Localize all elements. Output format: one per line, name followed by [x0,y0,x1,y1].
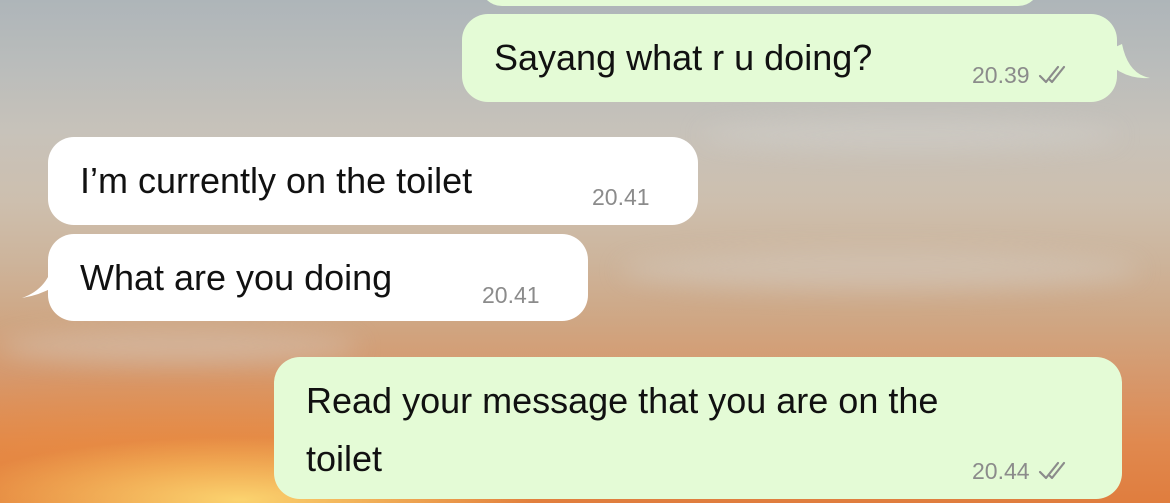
background-cloud [620,250,1140,290]
background-cloud [700,120,1120,150]
previous-message-bubble[interactable] [480,0,1040,6]
message-bubble-incoming[interactable]: I’m currently on the toilet 20.41 [48,137,698,225]
chat-screen: { "messages": [ { "direction": "outgoing… [0,0,1170,503]
double-check-icon [1038,461,1065,480]
message-time: 20.44 [972,458,1030,484]
message-bubble-outgoing[interactable]: Sayang what r u doing? 20.39 [462,14,1117,102]
double-check-icon [1038,65,1065,84]
message-bubble-incoming[interactable]: What are you doing 20.41 [48,234,588,321]
message-bubble-outgoing[interactable]: Read your message that you are on the to… [274,357,1122,499]
message-timestamp: 20.44 [972,457,1072,485]
message-time: 20.41 [482,282,540,308]
message-text: I’m currently on the toilet [80,160,473,201]
message-text: What are you doing [80,257,393,298]
message-timestamp: 20.41 [592,183,650,211]
message-text-line-2: toilet [306,438,383,479]
message-time: 20.41 [592,184,650,210]
message-timestamp: 20.39 [972,61,1072,89]
message-text-line-1: Read your message that you are on the [306,380,939,421]
message-text: Sayang what r u doing? [494,37,873,78]
message-time: 20.39 [972,62,1030,88]
message-timestamp: 20.41 [482,281,540,309]
